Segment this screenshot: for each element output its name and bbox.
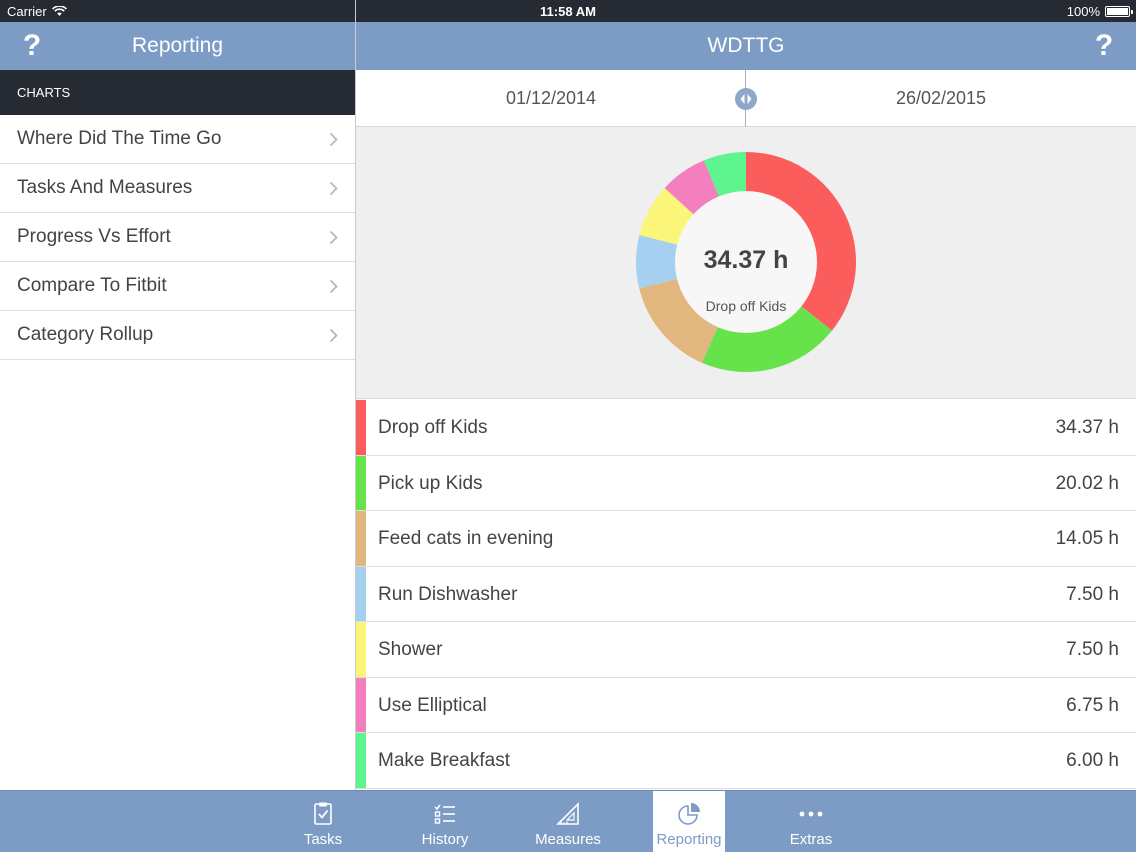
color-swatch bbox=[356, 511, 366, 566]
task-row[interactable]: Use Elliptical 6.75 h bbox=[356, 677, 1136, 733]
menu-item-label: Tasks And Measures bbox=[17, 177, 193, 198]
tab-label: Reporting bbox=[656, 831, 722, 848]
tab-history[interactable]: History bbox=[405, 791, 485, 852]
date-range-bar: 01/12/2014 26/02/2015 bbox=[356, 70, 1136, 127]
task-name: Feed cats in evening bbox=[378, 528, 554, 549]
menu-item-progress-vs-effort[interactable]: Progress Vs Effort bbox=[0, 213, 355, 262]
range-arrows-icon bbox=[740, 94, 752, 104]
task-name: Drop off Kids bbox=[378, 417, 488, 438]
clipboard-check-icon bbox=[314, 802, 332, 825]
menu-item-compare-to-fitbit[interactable]: Compare To Fitbit bbox=[0, 262, 355, 311]
center-value: 34.37 h bbox=[703, 246, 789, 274]
range-handle[interactable] bbox=[735, 88, 757, 110]
chevron-right-icon bbox=[329, 328, 338, 343]
menu-item-tasks-and-measures[interactable]: Tasks And Measures bbox=[0, 164, 355, 213]
chevron-right-icon bbox=[329, 230, 338, 245]
page-title: WDTTG bbox=[707, 34, 785, 57]
task-hours-list: Drop off Kids 34.37 h Pick up Kids 20.02 h F… bbox=[356, 400, 1136, 789]
tab-label: Tasks bbox=[303, 831, 343, 848]
checklist-icon bbox=[434, 804, 455, 824]
section-header-charts: CHARTS bbox=[0, 70, 355, 115]
tab-measures[interactable]: Measures bbox=[528, 791, 608, 852]
main-nav-bar: WDTTG ? bbox=[356, 22, 1136, 70]
chevron-right-icon bbox=[329, 132, 338, 147]
task-name: Use Elliptical bbox=[378, 694, 487, 716]
color-swatch bbox=[356, 733, 366, 788]
task-name: Run Dishwasher bbox=[378, 583, 518, 605]
tab-bar: Tasks History Measures Reporting Extras bbox=[0, 790, 1136, 852]
chevron-right-icon bbox=[329, 279, 338, 294]
donut-chart: 34.37 h Drop off Kids bbox=[636, 152, 856, 372]
menu-item-category-rollup[interactable]: Category Rollup bbox=[0, 311, 355, 360]
color-swatch bbox=[356, 400, 366, 455]
tab-reporting[interactable]: Reporting bbox=[653, 791, 725, 852]
menu-item-label: Where Did The Time Go bbox=[17, 128, 222, 149]
task-hours: 34.37 h bbox=[1055, 417, 1119, 438]
task-hours: 7.50 h bbox=[1066, 639, 1119, 660]
battery-percent: 100% bbox=[1066, 4, 1100, 19]
battery-indicator: 100% bbox=[1066, 4, 1133, 19]
tab-label: History bbox=[421, 831, 469, 848]
charts-menu: Where Did The Time Go Tasks And Measures… bbox=[0, 115, 355, 360]
task-row[interactable]: Pick up Kids 20.02 h bbox=[356, 455, 1136, 511]
more-dots-icon bbox=[799, 811, 823, 817]
tab-tasks[interactable]: Tasks bbox=[283, 791, 363, 852]
menu-item-label: Progress Vs Effort bbox=[17, 226, 171, 247]
task-hours: 14.05 h bbox=[1055, 528, 1119, 549]
center-label: Drop off Kids bbox=[705, 298, 787, 314]
tab-label: Extras bbox=[789, 831, 833, 848]
task-row[interactable]: Drop off Kids 34.37 h bbox=[356, 400, 1136, 456]
task-hours: 6.75 h bbox=[1066, 694, 1119, 716]
color-swatch bbox=[356, 677, 366, 732]
sidebar-nav-bar: ? Reporting bbox=[0, 22, 355, 70]
color-swatch bbox=[356, 566, 366, 621]
color-swatch bbox=[356, 455, 366, 510]
menu-item-label: Compare To Fitbit bbox=[17, 275, 167, 296]
chart-panel: 34.37 h Drop off Kids bbox=[356, 127, 1136, 399]
task-hours: 20.02 h bbox=[1055, 472, 1119, 494]
set-square-icon bbox=[556, 802, 579, 825]
task-hours: 7.50 h bbox=[1066, 583, 1119, 605]
task-hours: 6.00 h bbox=[1066, 750, 1119, 771]
help-button-right[interactable]: ? bbox=[1089, 28, 1119, 64]
status-time: 11:58 AM bbox=[540, 4, 596, 19]
color-swatch bbox=[356, 622, 366, 677]
menu-item-where-did-the-time-go[interactable]: Where Did The Time Go bbox=[0, 115, 355, 164]
start-date[interactable]: 01/12/2014 bbox=[451, 70, 651, 127]
sidebar-title: Reporting bbox=[131, 34, 224, 57]
chevron-right-icon bbox=[329, 181, 338, 196]
task-row[interactable]: Shower 7.50 h bbox=[356, 622, 1136, 678]
task-name: Pick up Kids bbox=[378, 472, 483, 494]
pie-chart-icon bbox=[678, 803, 700, 825]
end-date[interactable]: 26/02/2015 bbox=[841, 70, 1041, 127]
battery-icon bbox=[1105, 6, 1133, 17]
task-name: Make Breakfast bbox=[378, 750, 510, 771]
tab-extras[interactable]: Extras bbox=[771, 791, 851, 852]
tab-label: Measures bbox=[535, 831, 601, 848]
task-name: Shower bbox=[378, 639, 443, 660]
task-row[interactable]: Feed cats in evening 14.05 h bbox=[356, 511, 1136, 567]
task-row[interactable]: Make Breakfast 6.00 h bbox=[356, 733, 1136, 789]
menu-item-label: Category Rollup bbox=[17, 324, 154, 345]
status-bar: Carrier 11:58 AM 100% bbox=[0, 0, 1136, 22]
task-row[interactable]: Run Dishwasher 7.50 h bbox=[356, 566, 1136, 622]
